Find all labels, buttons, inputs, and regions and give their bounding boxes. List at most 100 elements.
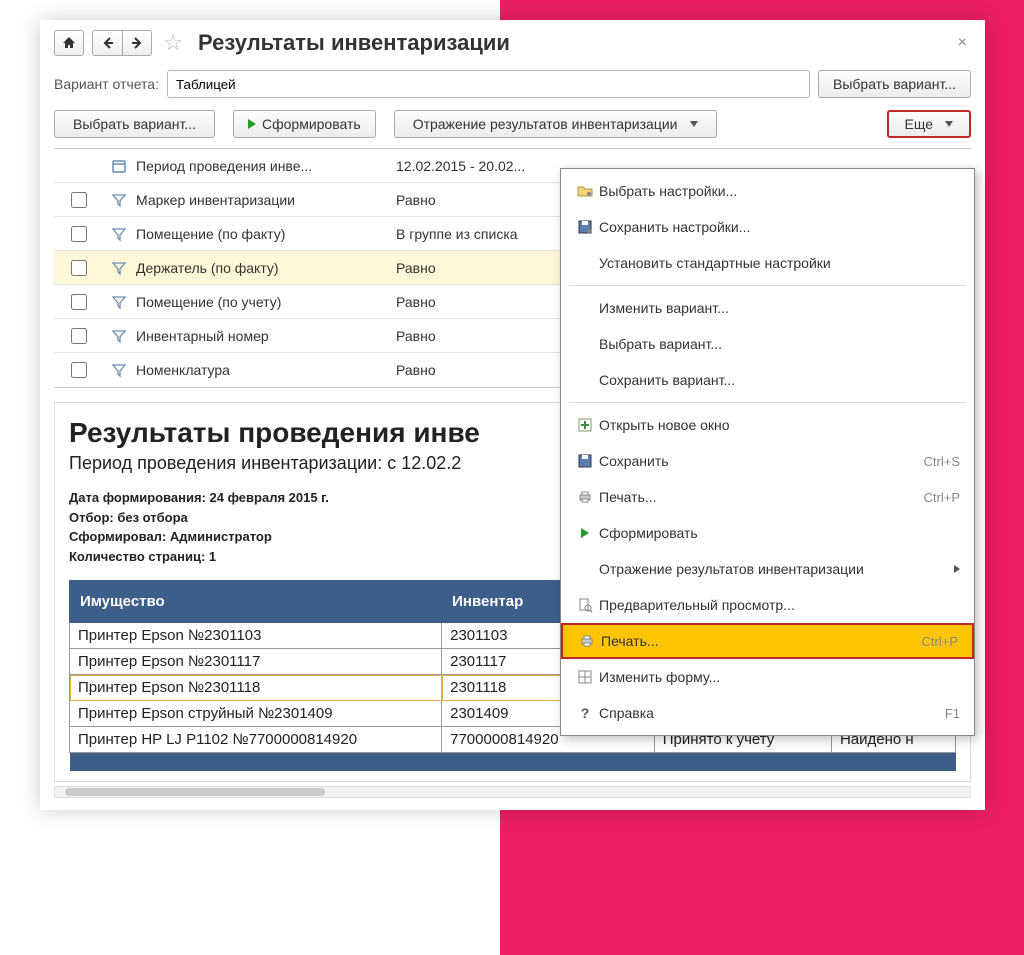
menu-shortcut: Ctrl+P (922, 634, 958, 649)
filter-type-icon (102, 226, 136, 242)
variant-input[interactable] (167, 70, 810, 98)
select-variant-right-button[interactable]: Выбрать вариант... (818, 70, 971, 98)
reflect-label: Отражение результатов инвентаризации (413, 116, 678, 132)
meta-pages: Количество страниц: 1 (69, 549, 216, 564)
chevron-down-icon (945, 121, 953, 127)
filter-name: Период проведения инве... (136, 158, 396, 174)
close-icon[interactable]: × (958, 34, 971, 52)
more-button[interactable]: Еще (887, 110, 972, 138)
menu-item[interactable]: Сохранить вариант... (561, 362, 974, 398)
filter-checkbox[interactable] (71, 260, 87, 276)
table-cell: Принтер Epson струйный №2301409 (70, 701, 442, 727)
nav-group (92, 30, 152, 56)
filter-name: Держатель (по факту) (136, 260, 396, 276)
menu-item-icon (571, 669, 599, 685)
menu-item[interactable]: Установить стандартные настройки (561, 245, 974, 281)
more-dropdown-menu: Выбрать настройки... Сохранить настройки.… (560, 168, 975, 736)
table-footer-bar (70, 753, 956, 771)
filter-checkbox[interactable] (71, 226, 87, 242)
menu-item-label: Печать... (601, 633, 922, 649)
filter-type-icon (102, 192, 136, 208)
menu-item[interactable]: Предварительный просмотр... (561, 587, 974, 623)
chevron-down-icon (690, 121, 698, 127)
menu-item[interactable]: Выбрать вариант... (561, 326, 974, 362)
menu-item[interactable]: ?СправкаF1 (561, 695, 974, 731)
filter-checkbox[interactable] (71, 294, 87, 310)
play-icon (248, 119, 256, 129)
menu-item-label: Изменить вариант... (599, 300, 960, 316)
menu-item-label: Сохранить вариант... (599, 372, 960, 388)
filter-name: Инвентарный номер (136, 328, 396, 344)
home-button[interactable] (54, 30, 84, 56)
filter-checkbox[interactable] (71, 192, 87, 208)
menu-item-icon (571, 528, 599, 538)
menu-item-icon (571, 489, 599, 505)
menu-item[interactable]: Изменить вариант... (561, 290, 974, 326)
variant-label: Вариант отчета: (54, 76, 159, 92)
menu-item-icon (573, 633, 601, 649)
select-variant-button[interactable]: Выбрать вариант... (54, 110, 215, 138)
report-variant-row: Вариант отчета: Выбрать вариант... (40, 64, 985, 104)
menu-item[interactable]: Печать...Ctrl+P (561, 623, 974, 659)
menu-item[interactable]: Печать...Ctrl+P (561, 479, 974, 515)
filter-checkbox-cell (54, 291, 102, 313)
menu-item[interactable]: Выбрать настройки... (561, 173, 974, 209)
meta-filter: Отбор: без отбора (69, 510, 188, 525)
filter-checkbox[interactable] (71, 328, 87, 344)
filter-checkbox-cell (54, 359, 102, 381)
title-bar: ☆ Результаты инвентаризации × (40, 20, 985, 64)
scrollbar-thumb[interactable] (65, 788, 325, 796)
filter-checkbox[interactable] (71, 362, 87, 378)
meta-date: Дата формирования: 24 февраля 2015 г. (69, 490, 329, 505)
forward-button[interactable] (122, 30, 152, 56)
menu-item-label: Сохранить (599, 453, 924, 469)
menu-item-label: Изменить форму... (599, 669, 960, 685)
favorite-star-icon[interactable]: ☆ (160, 30, 186, 56)
filter-checkbox-cell (54, 189, 102, 211)
horizontal-scrollbar[interactable] (54, 786, 971, 798)
submenu-arrow-icon (954, 565, 960, 573)
menu-item-label: Выбрать вариант... (599, 336, 960, 352)
filter-type-icon (102, 294, 136, 310)
menu-shortcut: Ctrl+P (924, 490, 960, 505)
table-cell: Принтер Epson №2301117 (70, 649, 442, 675)
menu-separator (569, 402, 966, 403)
table-cell: Принтер HP LJ P1102 №7700000814920 (70, 727, 442, 753)
generate-button[interactable]: Сформировать (233, 110, 376, 138)
menu-item-label: Установить стандартные настройки (599, 255, 960, 271)
menu-item-label: Сохранить настройки... (599, 219, 960, 235)
page-title: Результаты инвентаризации (198, 30, 510, 56)
menu-item-label: Справка (599, 705, 945, 721)
menu-separator (569, 285, 966, 286)
menu-item[interactable]: Изменить форму... (561, 659, 974, 695)
menu-item-label: Сформировать (599, 525, 960, 541)
table-cell: Принтер Epson №2301118 (70, 675, 442, 701)
menu-item[interactable]: Сохранить настройки... (561, 209, 974, 245)
back-button[interactable] (92, 30, 122, 56)
menu-item-label: Открыть новое окно (599, 417, 960, 433)
filter-name: Номенклатура (136, 362, 396, 378)
filter-name: Помещение (по факту) (136, 226, 396, 242)
filter-checkbox-cell (54, 325, 102, 347)
reflect-results-button[interactable]: Отражение результатов инвентаризации (394, 110, 717, 138)
menu-item[interactable]: Открыть новое окно (561, 407, 974, 443)
filter-type-icon (102, 328, 136, 344)
menu-item-icon (571, 219, 599, 235)
filter-name: Помещение (по учету) (136, 294, 396, 310)
menu-item[interactable]: СохранитьCtrl+S (561, 443, 974, 479)
menu-shortcut: Ctrl+S (924, 454, 960, 469)
generate-label: Сформировать (262, 116, 361, 132)
filter-name: Маркер инвентаризации (136, 192, 396, 208)
more-label: Еще (905, 116, 934, 132)
filter-type-icon (102, 158, 136, 174)
menu-item-icon (571, 453, 599, 469)
table-cell: Принтер Epson №2301103 (70, 623, 442, 649)
toolbar: Выбрать вариант... Сформировать Отражени… (40, 104, 985, 148)
menu-item-icon (571, 597, 599, 613)
filter-type-icon (102, 362, 136, 378)
menu-item[interactable]: Сформировать (561, 515, 974, 551)
menu-item-icon: ? (571, 705, 599, 721)
filter-type-icon (102, 260, 136, 276)
menu-item[interactable]: Отражение результатов инвентаризации (561, 551, 974, 587)
menu-item-label: Предварительный просмотр... (599, 597, 960, 613)
